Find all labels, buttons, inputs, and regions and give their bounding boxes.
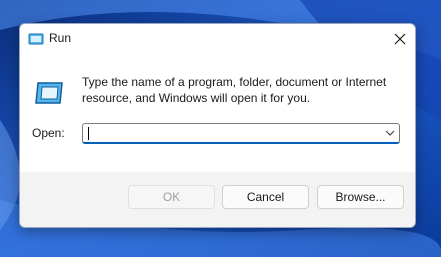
open-label: Open: <box>32 126 65 140</box>
run-icon <box>35 82 63 104</box>
close-icon <box>394 33 405 45</box>
close-button[interactable] <box>384 24 415 54</box>
run-icon <box>28 33 44 45</box>
button-bar: OK Cancel Browse... <box>20 172 415 227</box>
cancel-button[interactable]: Cancel <box>222 185 309 209</box>
window-title: Run <box>49 31 72 45</box>
ok-button[interactable]: OK <box>128 185 215 209</box>
open-input[interactable] <box>87 125 377 141</box>
open-combobox[interactable] <box>82 123 400 144</box>
run-dialog: Run Type the name of a program, folder, … <box>19 23 416 228</box>
dialog-content: Type the name of a program, folder, docu… <box>20 54 415 172</box>
text-caret <box>88 127 89 140</box>
browse-button[interactable]: Browse... <box>317 185 404 209</box>
description-text: Type the name of a program, folder, docu… <box>82 75 387 105</box>
chevron-down-icon[interactable] <box>384 128 396 138</box>
title-bar: Run <box>20 24 415 54</box>
